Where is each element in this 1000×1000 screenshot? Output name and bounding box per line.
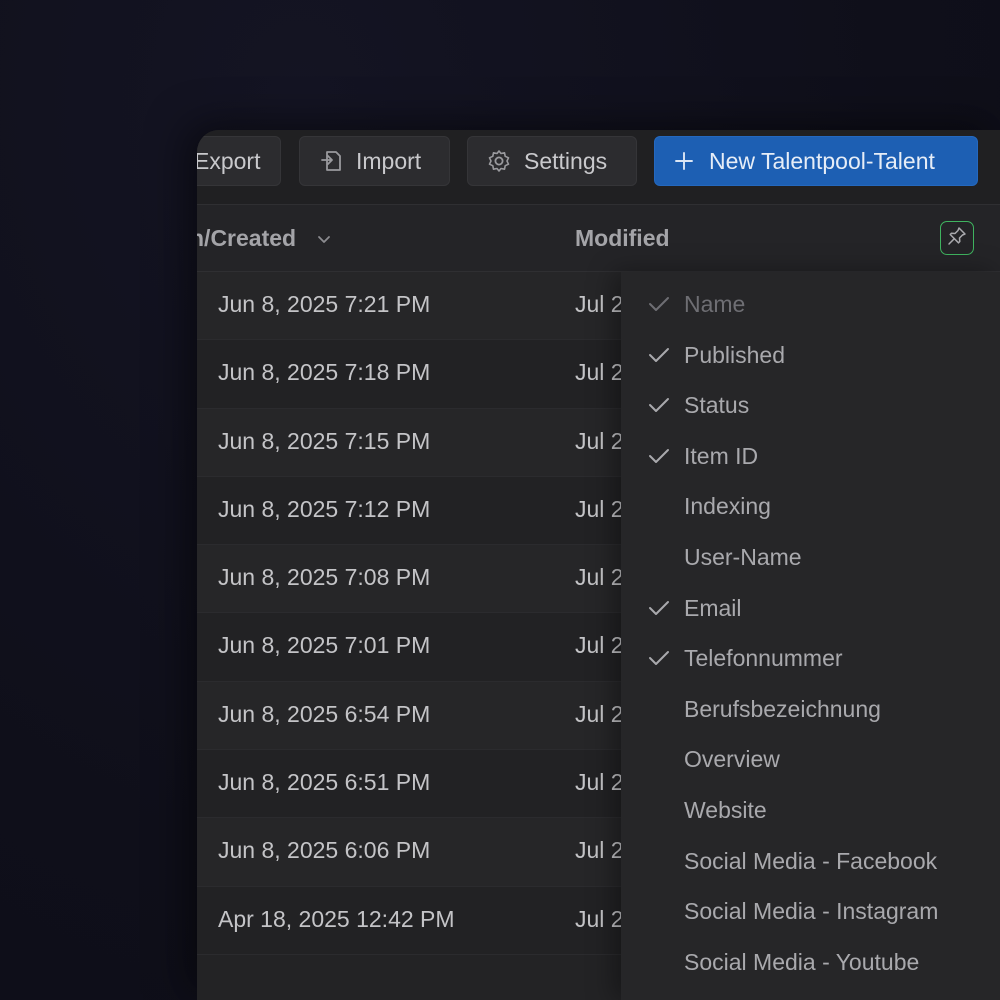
column-option-label: Indexing <box>684 493 771 520</box>
cell-modified: Jul 2 <box>575 700 623 727</box>
check-icon <box>647 393 671 417</box>
pin-icon <box>946 225 968 252</box>
column-option[interactable]: Berufsbezeichnung <box>621 687 1000 737</box>
export-label: Export <box>197 147 261 174</box>
pin-columns-button[interactable] <box>940 221 974 255</box>
import-icon <box>318 148 344 174</box>
column-option: Name <box>621 282 1000 332</box>
toolbar: Export Import Settings New Talentpool-Ta… <box>197 130 1000 205</box>
desktop-background: Export Import Settings New Talentpool-Ta… <box>0 0 1000 1000</box>
column-visibility-menu: Name Published Status Item ID Indexing User-N… <box>621 272 1000 1000</box>
column-option[interactable]: Published <box>621 333 1000 383</box>
column-option-label: Social Media - Youtube <box>684 948 920 975</box>
settings-label: Settings <box>524 147 608 174</box>
new-talent-button[interactable]: New Talentpool-Talent <box>654 136 978 186</box>
export-button[interactable]: Export <box>197 136 281 186</box>
cell-modified: Jul 2 <box>575 632 623 659</box>
cell-created: Jun 8, 2025 7:08 PM <box>218 564 431 591</box>
column-option-label: Published <box>684 341 786 368</box>
column-option-label: Name <box>684 291 746 317</box>
cell-modified: Jul 2 <box>575 291 623 317</box>
cell-created: Jun 8, 2025 7:15 PM <box>218 427 431 454</box>
column-option[interactable]: Status <box>621 383 1000 433</box>
cell-created: Jun 8, 2025 6:54 PM <box>218 700 431 727</box>
column-option-label: Telefonnummer <box>684 645 843 672</box>
check-icon <box>647 292 671 316</box>
column-option[interactable]: Social Media - Youtube <box>621 940 1000 990</box>
column-option-label: Website <box>684 797 767 823</box>
column-header-created-label: n/Created <box>197 225 297 251</box>
cell-modified: Jul 2 <box>575 769 623 796</box>
plus-icon <box>671 148 697 174</box>
column-option-label: User-Name <box>684 544 802 570</box>
column-option-label: Email <box>684 594 742 621</box>
chevron-down-icon <box>316 226 332 253</box>
column-header-created[interactable]: n/Created <box>197 225 332 253</box>
column-option[interactable]: User-Name <box>621 535 1000 585</box>
cell-modified: Jul 2 <box>575 905 623 932</box>
cell-modified: Jul 2 <box>575 837 623 864</box>
column-option-label: Item ID <box>684 442 759 469</box>
cell-created: Jun 8, 2025 7:21 PM <box>218 291 431 317</box>
column-option[interactable]: Social Media - Facebook <box>621 839 1000 889</box>
cell-modified: Jul 2 <box>575 359 623 386</box>
new-talent-label: New Talentpool-Talent <box>709 147 935 174</box>
column-option-label: Status <box>684 392 750 419</box>
column-option[interactable]: Item ID <box>621 434 1000 484</box>
check-icon <box>647 646 671 670</box>
cell-created: Jun 8, 2025 7:18 PM <box>218 359 431 386</box>
cell-modified: Jul 2 <box>575 495 623 522</box>
column-option[interactable]: Social Media - Instagram <box>621 889 1000 939</box>
column-option-label: Overview <box>684 746 780 773</box>
cms-window: Export Import Settings New Talentpool-Ta… <box>197 130 1000 1000</box>
cell-created: Jun 8, 2025 6:06 PM <box>218 837 431 864</box>
check-icon <box>647 444 671 468</box>
column-header-modified[interactable]: Modified <box>575 225 670 252</box>
table-header: n/Created Modified <box>197 205 1000 272</box>
cell-modified: Jul 2 <box>575 427 623 454</box>
column-option[interactable]: Telefonnummer <box>621 636 1000 686</box>
column-option-label: Berufsbezeichnung <box>684 695 881 722</box>
column-option-label: Social Media - Facebook <box>684 847 938 874</box>
column-option-label: Social Media - Instagram <box>684 898 939 925</box>
check-icon <box>647 596 671 620</box>
column-option[interactable]: Email <box>621 586 1000 636</box>
import-label: Import <box>356 147 422 174</box>
column-option[interactable]: Overview <box>621 737 1000 787</box>
cell-modified: Jul 2 <box>575 564 623 591</box>
column-option[interactable]: Website <box>621 788 1000 838</box>
settings-button[interactable]: Settings <box>467 136 637 186</box>
column-header-modified-label: Modified <box>575 225 670 251</box>
cell-created: Apr 18, 2025 12:42 PM <box>218 905 455 932</box>
check-icon <box>647 343 671 367</box>
cell-created: Jun 8, 2025 6:51 PM <box>218 769 431 796</box>
cell-created: Jun 8, 2025 7:12 PM <box>218 495 431 522</box>
gear-icon <box>486 148 512 174</box>
column-option[interactable]: Indexing <box>621 484 1000 534</box>
import-button[interactable]: Import <box>299 136 450 186</box>
cell-created: Jun 8, 2025 7:01 PM <box>218 632 431 659</box>
